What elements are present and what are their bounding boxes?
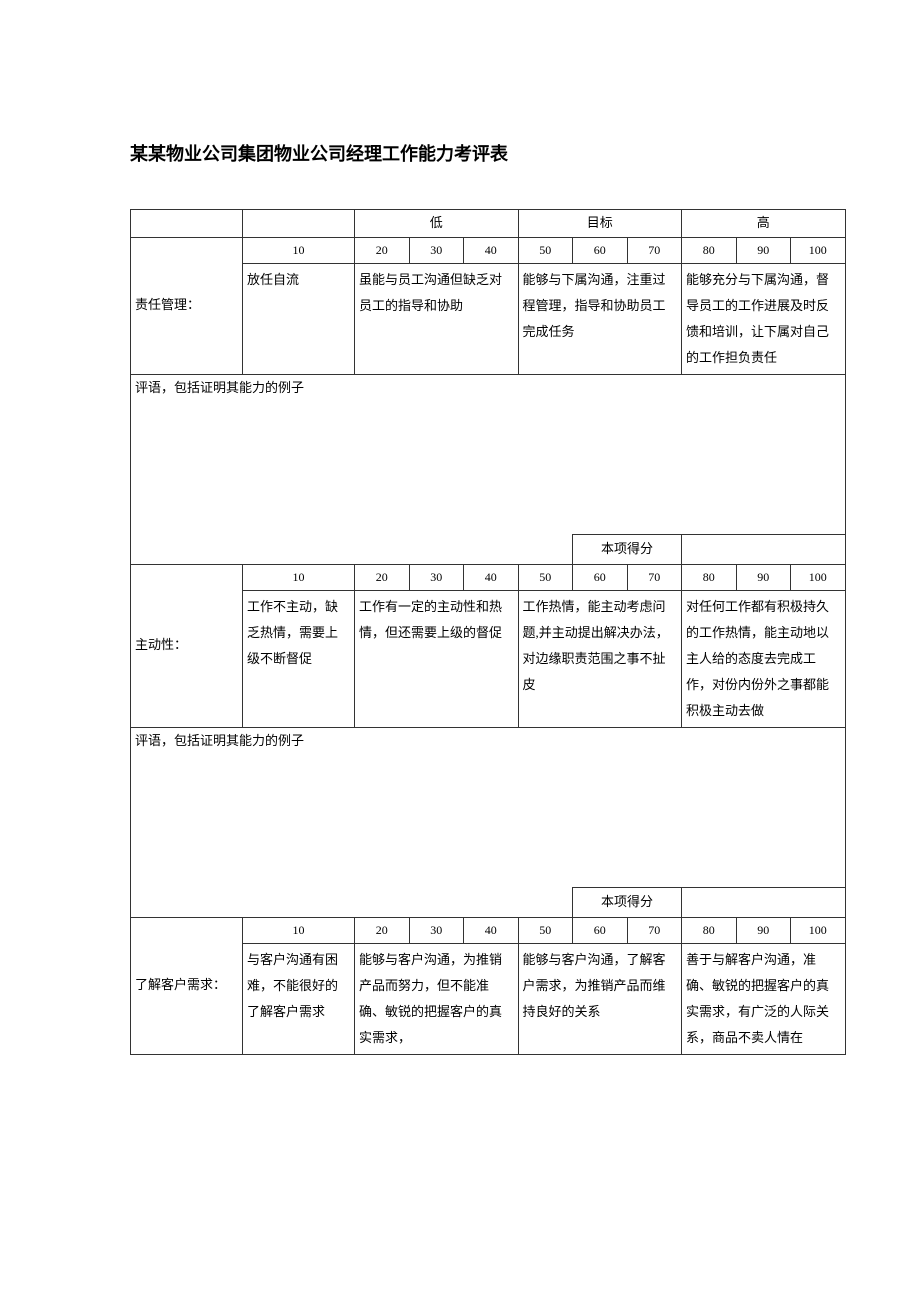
scale-value: 60: [573, 917, 628, 943]
scale-value: 10: [243, 917, 355, 943]
scale-value: 100: [791, 237, 846, 263]
level-desc: 善于与解客户沟通，准确、敏锐的把握客户的真实需求，有广泛的人际关系，商品不卖人情…: [682, 943, 846, 1054]
scale-value: 40: [464, 564, 519, 590]
level-desc: 与客户沟通有困难，不能很好的了解客户需求: [243, 943, 355, 1054]
section-label: 主动性：: [131, 564, 243, 727]
level-desc: 能够与客户沟通，了解客户需求，为推销产品而维持良好的关系: [518, 943, 682, 1054]
score-row: 本项得分: [131, 887, 846, 917]
scale-value: 20: [355, 237, 410, 263]
score-label: 本项得分: [573, 534, 682, 564]
comment-row: 评语，包括证明其能力的例子: [131, 727, 846, 887]
evaluation-table: 低 目标 高 责任管理： 10 20 30 40 50 60 70 80 90 …: [130, 209, 846, 1055]
page-title: 某某物业公司集团物业公司经理工作能力考评表: [130, 140, 790, 169]
scale-value: 30: [409, 237, 464, 263]
section-label: 了解客户需求：: [131, 917, 243, 1054]
scale-value: 90: [736, 564, 791, 590]
scale-value: 50: [518, 564, 573, 590]
header-target: 目标: [518, 209, 682, 237]
level-desc: 工作有一定的主动性和热情，但还需要上级的督促: [355, 590, 519, 727]
scale-value: 80: [682, 237, 737, 263]
score-input[interactable]: [682, 534, 846, 564]
scale-row: 责任管理： 10 20 30 40 50 60 70 80 90 100: [131, 237, 846, 263]
scale-value: 80: [682, 564, 737, 590]
scale-value: 20: [355, 917, 410, 943]
comment-cell: 评语，包括证明其能力的例子: [131, 727, 846, 887]
header-row: 低 目标 高: [131, 209, 846, 237]
scale-value: 30: [409, 564, 464, 590]
scale-value: 40: [464, 917, 519, 943]
level-desc: 能够与客户沟通，为推销产品而努力，但不能准确、敏锐的把握客户的真实需求，: [355, 943, 519, 1054]
level-desc: 放任自流: [243, 263, 355, 374]
scale-value: 50: [518, 917, 573, 943]
scale-value: 40: [464, 237, 519, 263]
comment-row: 评语，包括证明其能力的例子: [131, 374, 846, 534]
score-row: 本项得分: [131, 534, 846, 564]
level-desc: 对任何工作都有积极持久的工作热情，能主动地以主人给的态度去完成工作，对份内份外之…: [682, 590, 846, 727]
scale-value: 60: [573, 237, 628, 263]
scale-value: 80: [682, 917, 737, 943]
scale-value: 70: [627, 237, 682, 263]
scale-value: 30: [409, 917, 464, 943]
scale-row: 了解客户需求： 10 20 30 40 50 60 70 80 90 100: [131, 917, 846, 943]
header-low: 低: [355, 209, 519, 237]
scale-value: 100: [791, 564, 846, 590]
section-label: 责任管理：: [131, 237, 243, 374]
score-label: 本项得分: [573, 887, 682, 917]
scale-value: 100: [791, 917, 846, 943]
level-desc: 工作不主动，缺乏热情，需要上级不断督促: [243, 590, 355, 727]
scale-value: 90: [736, 237, 791, 263]
score-input[interactable]: [682, 887, 846, 917]
scale-value: 10: [243, 237, 355, 263]
scale-value: 10: [243, 564, 355, 590]
comment-cell: 评语，包括证明其能力的例子: [131, 374, 846, 534]
scale-value: 70: [627, 564, 682, 590]
scale-row: 主动性： 10 20 30 40 50 60 70 80 90 100: [131, 564, 846, 590]
scale-value: 50: [518, 237, 573, 263]
header-high: 高: [682, 209, 846, 237]
scale-value: 90: [736, 917, 791, 943]
level-desc: 能够充分与下属沟通，督导员工的工作进展及时反馈和培训，让下属对自己的工作担负责任: [682, 263, 846, 374]
level-desc: 工作热情，能主动考虑问题,并主动提出解决办法，对边缘职责范围之事不扯皮: [518, 590, 682, 727]
scale-value: 70: [627, 917, 682, 943]
scale-value: 60: [573, 564, 628, 590]
level-desc: 虽能与员工沟通但缺乏对员工的指导和协助: [355, 263, 519, 374]
scale-value: 20: [355, 564, 410, 590]
level-desc: 能够与下属沟通，注重过程管理，指导和协助员工完成任务: [518, 263, 682, 374]
